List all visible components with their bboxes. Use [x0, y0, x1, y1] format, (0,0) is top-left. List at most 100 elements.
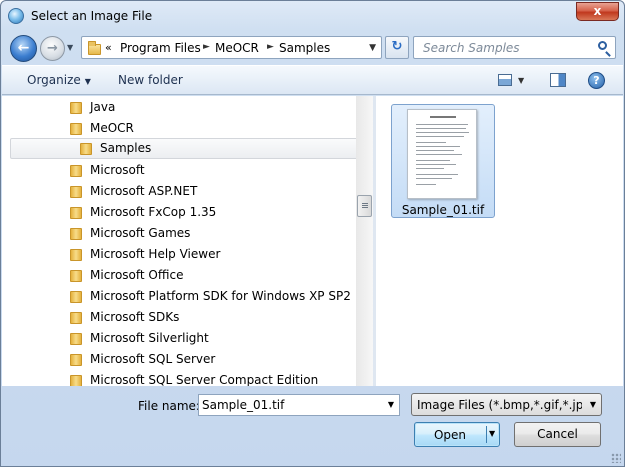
close-button[interactable]: x	[576, 2, 619, 21]
grip-icon	[362, 203, 368, 209]
back-button[interactable]: ←	[10, 35, 37, 62]
recent-locations-dropdown[interactable]: ▼	[67, 43, 73, 52]
tree-item-label: Microsoft FxCop 1.35	[90, 205, 217, 219]
new-folder-button[interactable]: New folder	[118, 73, 183, 87]
tree-item-label: Microsoft SQL Server	[90, 352, 216, 366]
command-toolbar: Organize ▼ New folder ▼ ?	[2, 65, 623, 95]
tree-item[interactable]: Java	[2, 97, 348, 118]
folder-icon	[70, 207, 82, 219]
tree-item[interactable]: Microsoft Games	[2, 223, 348, 244]
open-button-label: Open	[433, 428, 467, 442]
search-input[interactable]: Search Samples	[413, 36, 616, 59]
folder-icon	[88, 41, 101, 55]
file-type-select[interactable]: Image Files (*.bmp,*.gif,*.jpg,*. ▼	[411, 393, 602, 416]
folder-icon	[70, 102, 82, 114]
open-folder-icon	[70, 123, 82, 135]
tree-item-label: Microsoft	[90, 163, 145, 177]
folder-icon	[70, 333, 82, 345]
folder-icon	[70, 312, 82, 324]
breadcrumb-separator-icon[interactable]: ►	[203, 42, 210, 52]
tree-item[interactable]: Microsoft	[2, 160, 348, 181]
preview-pane-icon[interactable]	[550, 73, 566, 87]
close-icon: x	[593, 4, 602, 18]
breadcrumb-meocr[interactable]: MeOCR	[215, 41, 259, 55]
split-divider	[486, 426, 487, 443]
file-type-value: Image Files (*.bmp,*.gif,*.jpg,*.	[417, 398, 582, 412]
chevron-down-icon: ▼	[84, 77, 91, 86]
resize-grip-icon[interactable]	[611, 453, 621, 463]
cancel-button[interactable]: Cancel	[514, 422, 601, 447]
breadcrumb-separator-icon[interactable]: ►	[267, 42, 274, 52]
tree-item-label: Samples	[100, 141, 152, 155]
thumb-line	[416, 124, 468, 125]
tree-item-label: Microsoft SDKs	[90, 310, 180, 324]
tree-item-label: Java	[90, 100, 116, 114]
open-folder-icon	[80, 143, 92, 155]
folder-icon	[70, 228, 82, 240]
file-dialog-window: Select an Image File x ← → ▼ « Program F…	[0, 0, 625, 467]
tree-item-label: Microsoft Office	[90, 268, 184, 282]
tree-item[interactable]: Microsoft SQL Server	[2, 349, 348, 370]
tree-item-label: Microsoft Platform SDK for Windows XP SP…	[90, 289, 351, 303]
thumb-line	[416, 160, 450, 161]
folder-icon	[70, 165, 82, 177]
forward-button[interactable]: →	[40, 36, 65, 61]
thumb-line	[416, 174, 458, 175]
tree-item-label: Microsoft ASP.NET	[90, 184, 198, 198]
tree-item[interactable]: Microsoft FxCop 1.35	[2, 202, 348, 223]
view-options-dropdown[interactable]: ▼	[518, 76, 524, 85]
change-view-icon[interactable]	[498, 74, 512, 86]
forward-arrow-icon: →	[47, 41, 58, 56]
folder-icon	[70, 375, 82, 386]
thumb-line	[416, 178, 452, 179]
breadcrumb-program-files[interactable]: Program Files	[120, 41, 201, 55]
tree-item-label: Microsoft Games	[90, 226, 191, 240]
tree-item[interactable]: Microsoft SQL Server Compact Edition	[2, 370, 348, 386]
refresh-icon: ↻	[391, 39, 403, 54]
tree-item[interactable]: Microsoft Help Viewer	[2, 244, 348, 265]
file-name-field-label: File name:	[138, 399, 200, 413]
title-bar[interactable]: Select an Image File x	[1, 1, 624, 31]
navigation-scrollbar[interactable]	[356, 96, 373, 386]
thumb-line	[416, 164, 456, 165]
tree-item-selected[interactable]: Samples	[10, 138, 357, 159]
open-button[interactable]: Open ▼	[414, 422, 500, 447]
folder-icon	[70, 270, 82, 282]
folder-icon	[70, 291, 82, 303]
search-icon[interactable]	[598, 41, 607, 50]
thumb-line	[416, 154, 462, 155]
help-icon[interactable]: ?	[588, 72, 605, 89]
app-globe-icon	[8, 8, 24, 24]
thumb-line	[416, 132, 469, 133]
thumb-line	[416, 128, 466, 129]
tree-item[interactable]: MeOCR	[2, 118, 348, 139]
breadcrumb-overflow[interactable]: «	[105, 41, 112, 54]
tree-item[interactable]: Microsoft SDKs	[2, 307, 348, 328]
tree-item[interactable]: Microsoft Office	[2, 265, 348, 286]
file-name-label: Sample_01.tif	[401, 203, 485, 217]
file-name-input[interactable]: Sample_01.tif ▼	[198, 394, 400, 416]
thumb-line	[416, 184, 436, 185]
file-item[interactable]: Sample_01.tif	[391, 104, 495, 218]
tree-item[interactable]: Microsoft Platform SDK for Windows XP SP…	[2, 286, 351, 307]
address-bar[interactable]: « Program Files ► MeOCR ► Samples ▼	[81, 36, 382, 59]
file-list-pane[interactable]: Sample_01.tif	[376, 96, 623, 386]
tree-item[interactable]: Microsoft Silverlight	[2, 328, 348, 349]
file-name-value: Sample_01.tif	[202, 398, 285, 412]
tree-item-label: MeOCR	[90, 121, 134, 135]
navigation-pane[interactable]: Java MeOCR Samples Microsoft Microsoft A…	[2, 96, 357, 386]
refresh-button[interactable]: ↻	[385, 36, 409, 59]
open-options-dropdown[interactable]: ▼	[489, 429, 495, 438]
chevron-down-icon[interactable]: ▼	[388, 400, 394, 409]
breadcrumb-samples[interactable]: Samples	[279, 41, 330, 55]
chevron-down-icon: ▼	[589, 400, 596, 409]
address-dropdown-icon[interactable]: ▼	[369, 43, 376, 53]
thumb-line	[416, 146, 460, 147]
tree-item[interactable]: Microsoft ASP.NET	[2, 181, 348, 202]
thumb-heading	[430, 116, 456, 118]
organize-button[interactable]: Organize ▼	[27, 73, 91, 87]
thumb-line	[416, 150, 454, 151]
scrollbar-thumb[interactable]	[357, 195, 372, 217]
thumb-line	[416, 142, 446, 143]
folder-icon	[70, 249, 82, 261]
